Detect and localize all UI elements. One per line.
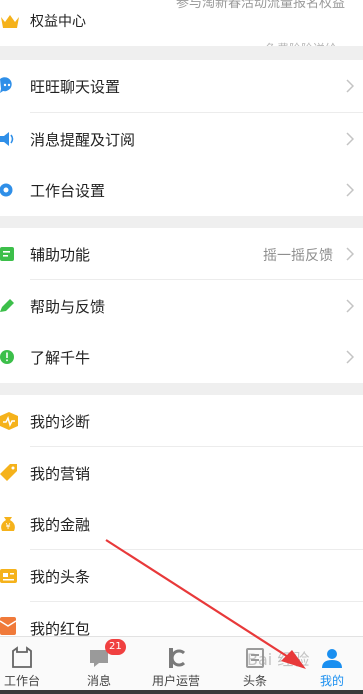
settings-item-workbench[interactable]: 工作台设置 <box>0 164 363 216</box>
my-item-marketing[interactable]: 我的营销 <box>0 447 363 499</box>
chat-bubble-icon <box>0 77 12 93</box>
chevron-right-icon <box>346 247 354 261</box>
money-bag-icon: ¥ <box>1 517 15 531</box>
tab-me[interactable]: 我的 <box>302 637 362 694</box>
watermark: Bai 经验 <box>247 650 310 669</box>
settings-item-label: 消息提醒及订阅 <box>30 131 136 149</box>
bottom-edge <box>0 690 363 694</box>
settings-item-chat[interactable]: 旺旺聊天设置 <box>0 60 363 112</box>
chevron-right-icon <box>346 183 354 197</box>
tab-label: 头条 <box>242 674 267 688</box>
my-item-red-packet[interactable]: 我的红包 <box>0 602 363 636</box>
settings-item-accessibility[interactable]: 辅助功能 摇一摇反馈 <box>0 228 363 280</box>
section-gap <box>0 46 363 60</box>
gear-icon <box>0 183 13 197</box>
workbench-icon <box>12 646 32 668</box>
red-packet-icon <box>0 617 17 635</box>
benefits-center-row[interactable]: 权益中心 参与淘新春活动流量报名权益 免费险险送给 <box>0 0 363 56</box>
svg-text:¥: ¥ <box>5 522 10 531</box>
my-item-diagnosis[interactable]: 我的诊断 <box>0 395 363 447</box>
benefits-center-label: 权益中心 <box>30 14 86 30</box>
settings-item-notifications[interactable]: 消息提醒及订阅 <box>0 113 363 165</box>
settings-item-about[interactable]: 了解千牛 <box>0 331 363 383</box>
tab-label: 工作台 <box>3 674 40 688</box>
settings-item-label: 旺旺聊天设置 <box>30 78 121 96</box>
tab-messages[interactable]: 21 消息 <box>69 637 129 694</box>
tab-label: 消息 <box>86 674 111 688</box>
my-item-headlines[interactable]: 我的头条 <box>0 550 363 602</box>
chevron-right-icon <box>346 299 354 313</box>
my-item-label: 我的营销 <box>30 465 91 483</box>
shake-feedback-value: 摇一摇反馈 <box>263 248 333 264</box>
settings-item-label: 辅助功能 <box>30 246 91 264</box>
tag-icon <box>0 464 17 481</box>
chevron-right-icon <box>346 79 354 93</box>
user-ops-icon <box>169 648 186 668</box>
speaker-icon <box>0 132 14 146</box>
info-icon <box>0 350 14 364</box>
pencil-icon <box>0 299 14 312</box>
my-item-label: 我的头条 <box>30 568 91 586</box>
settings-item-help[interactable]: 帮助与反馈 <box>0 280 363 332</box>
headline-icon <box>0 569 17 583</box>
section-gap <box>0 383 363 395</box>
diagnosis-icon <box>0 412 18 430</box>
tab-user-operations[interactable]: 用户运营 <box>146 637 206 694</box>
my-item-label: 我的红包 <box>30 620 91 636</box>
my-item-finance[interactable]: ¥ 我的金融 <box>0 498 363 550</box>
settings-item-label: 工作台设置 <box>30 182 106 200</box>
benefits-promo-text: 参与淘新春活动流量报名权益 <box>175 0 345 11</box>
tab-workbench[interactable]: 工作台 <box>0 637 52 694</box>
section-gap <box>0 216 363 228</box>
unread-badge: 21 <box>105 639 126 655</box>
my-item-label: 我的金融 <box>30 516 91 534</box>
my-item-label: 我的诊断 <box>30 413 91 431</box>
crown-icon <box>1 15 19 28</box>
chevron-right-icon <box>346 350 354 364</box>
profile-icon <box>322 649 342 668</box>
chevron-right-icon <box>346 132 354 146</box>
tab-label: 用户运营 <box>151 674 200 688</box>
settings-item-label: 帮助与反馈 <box>30 298 106 316</box>
tab-label: 我的 <box>319 674 344 688</box>
assist-icon <box>0 247 14 261</box>
settings-item-label: 了解千牛 <box>30 349 91 367</box>
